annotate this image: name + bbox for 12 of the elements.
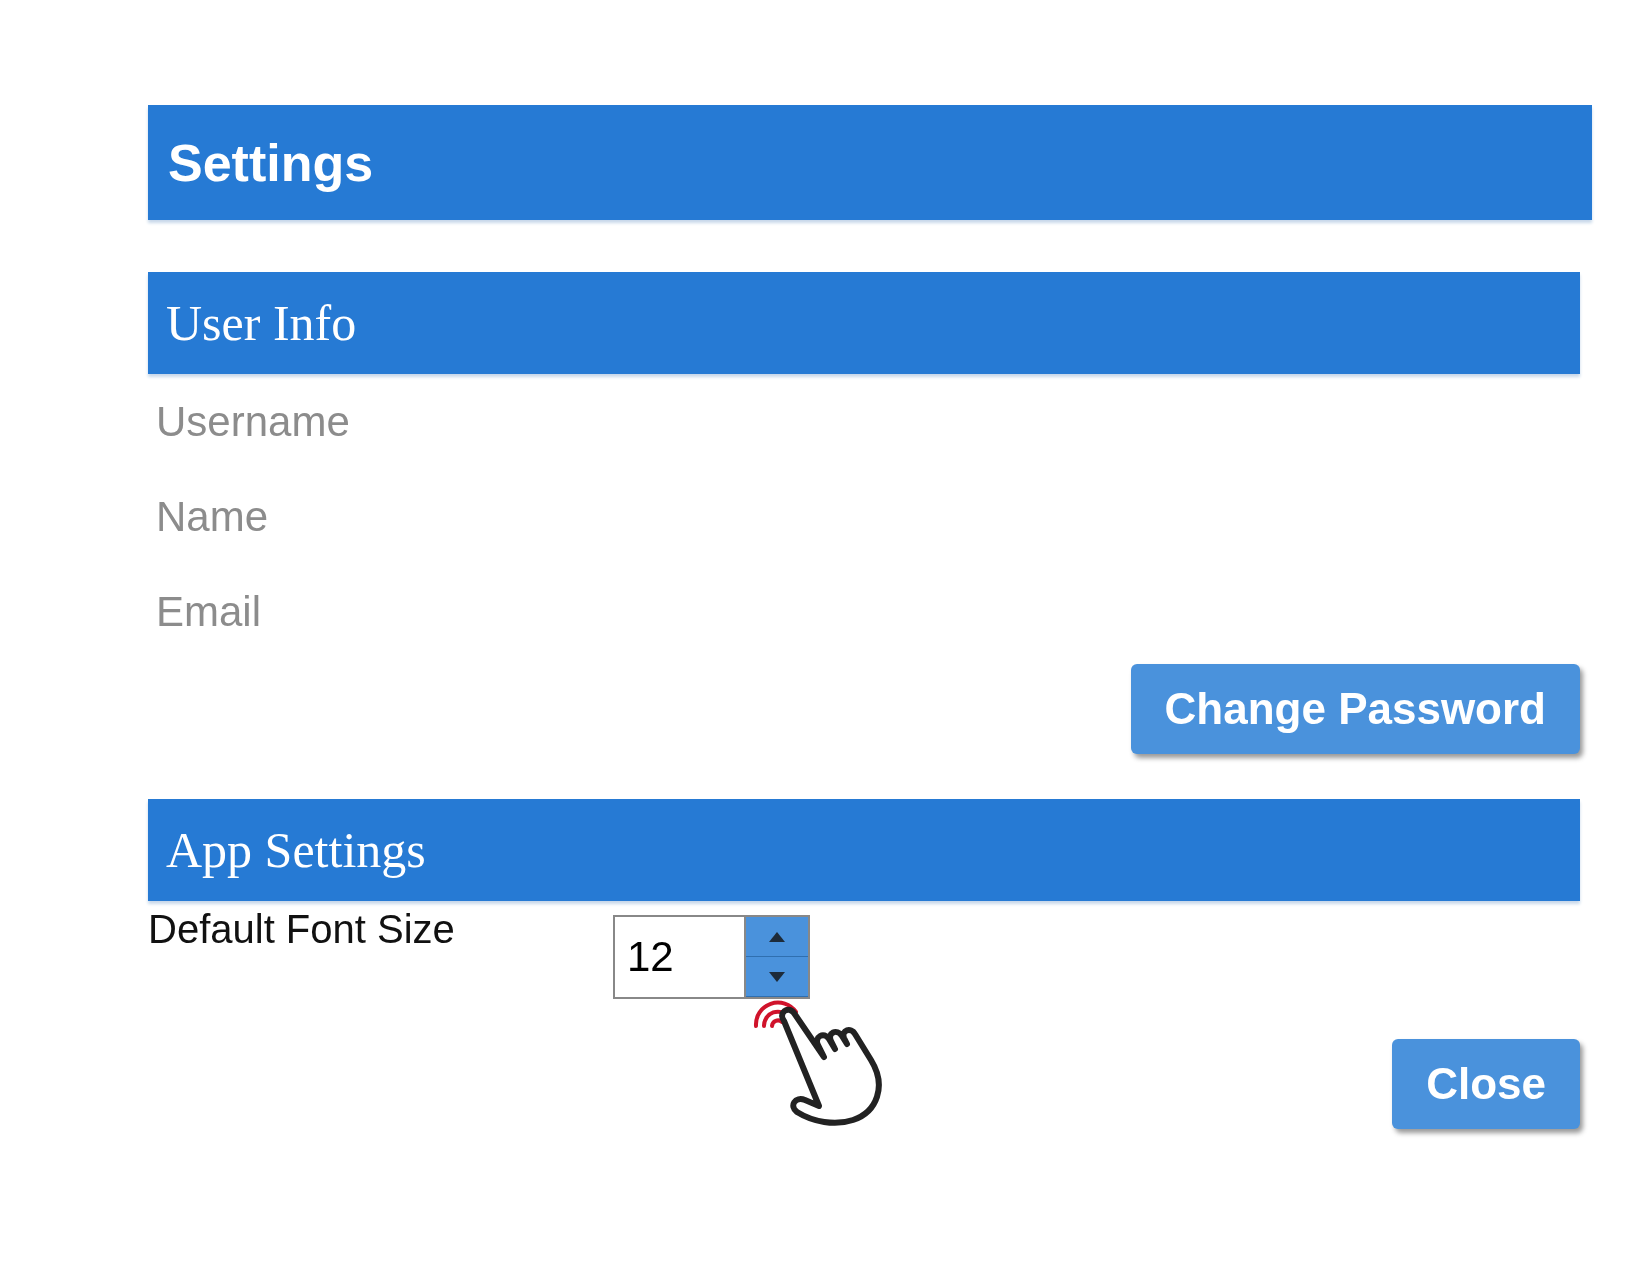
up-arrow-icon[interactable] xyxy=(769,931,785,942)
close-button[interactable]: Close xyxy=(1392,1039,1580,1129)
number-input-field[interactable]: 12 xyxy=(613,915,744,999)
section-title: User Info xyxy=(166,294,357,352)
down-arrow-icon[interactable] xyxy=(769,971,785,982)
window-title: Settings xyxy=(168,132,374,193)
field-label: Default Font Size xyxy=(148,907,456,952)
section-title: App Settings xyxy=(166,821,426,879)
input-field[interactable]: Email xyxy=(148,564,1580,659)
input-field[interactable]: Username xyxy=(148,374,1580,469)
input-field[interactable]: Name xyxy=(148,469,1580,564)
change-password-button[interactable]: Change Password xyxy=(1130,664,1580,754)
